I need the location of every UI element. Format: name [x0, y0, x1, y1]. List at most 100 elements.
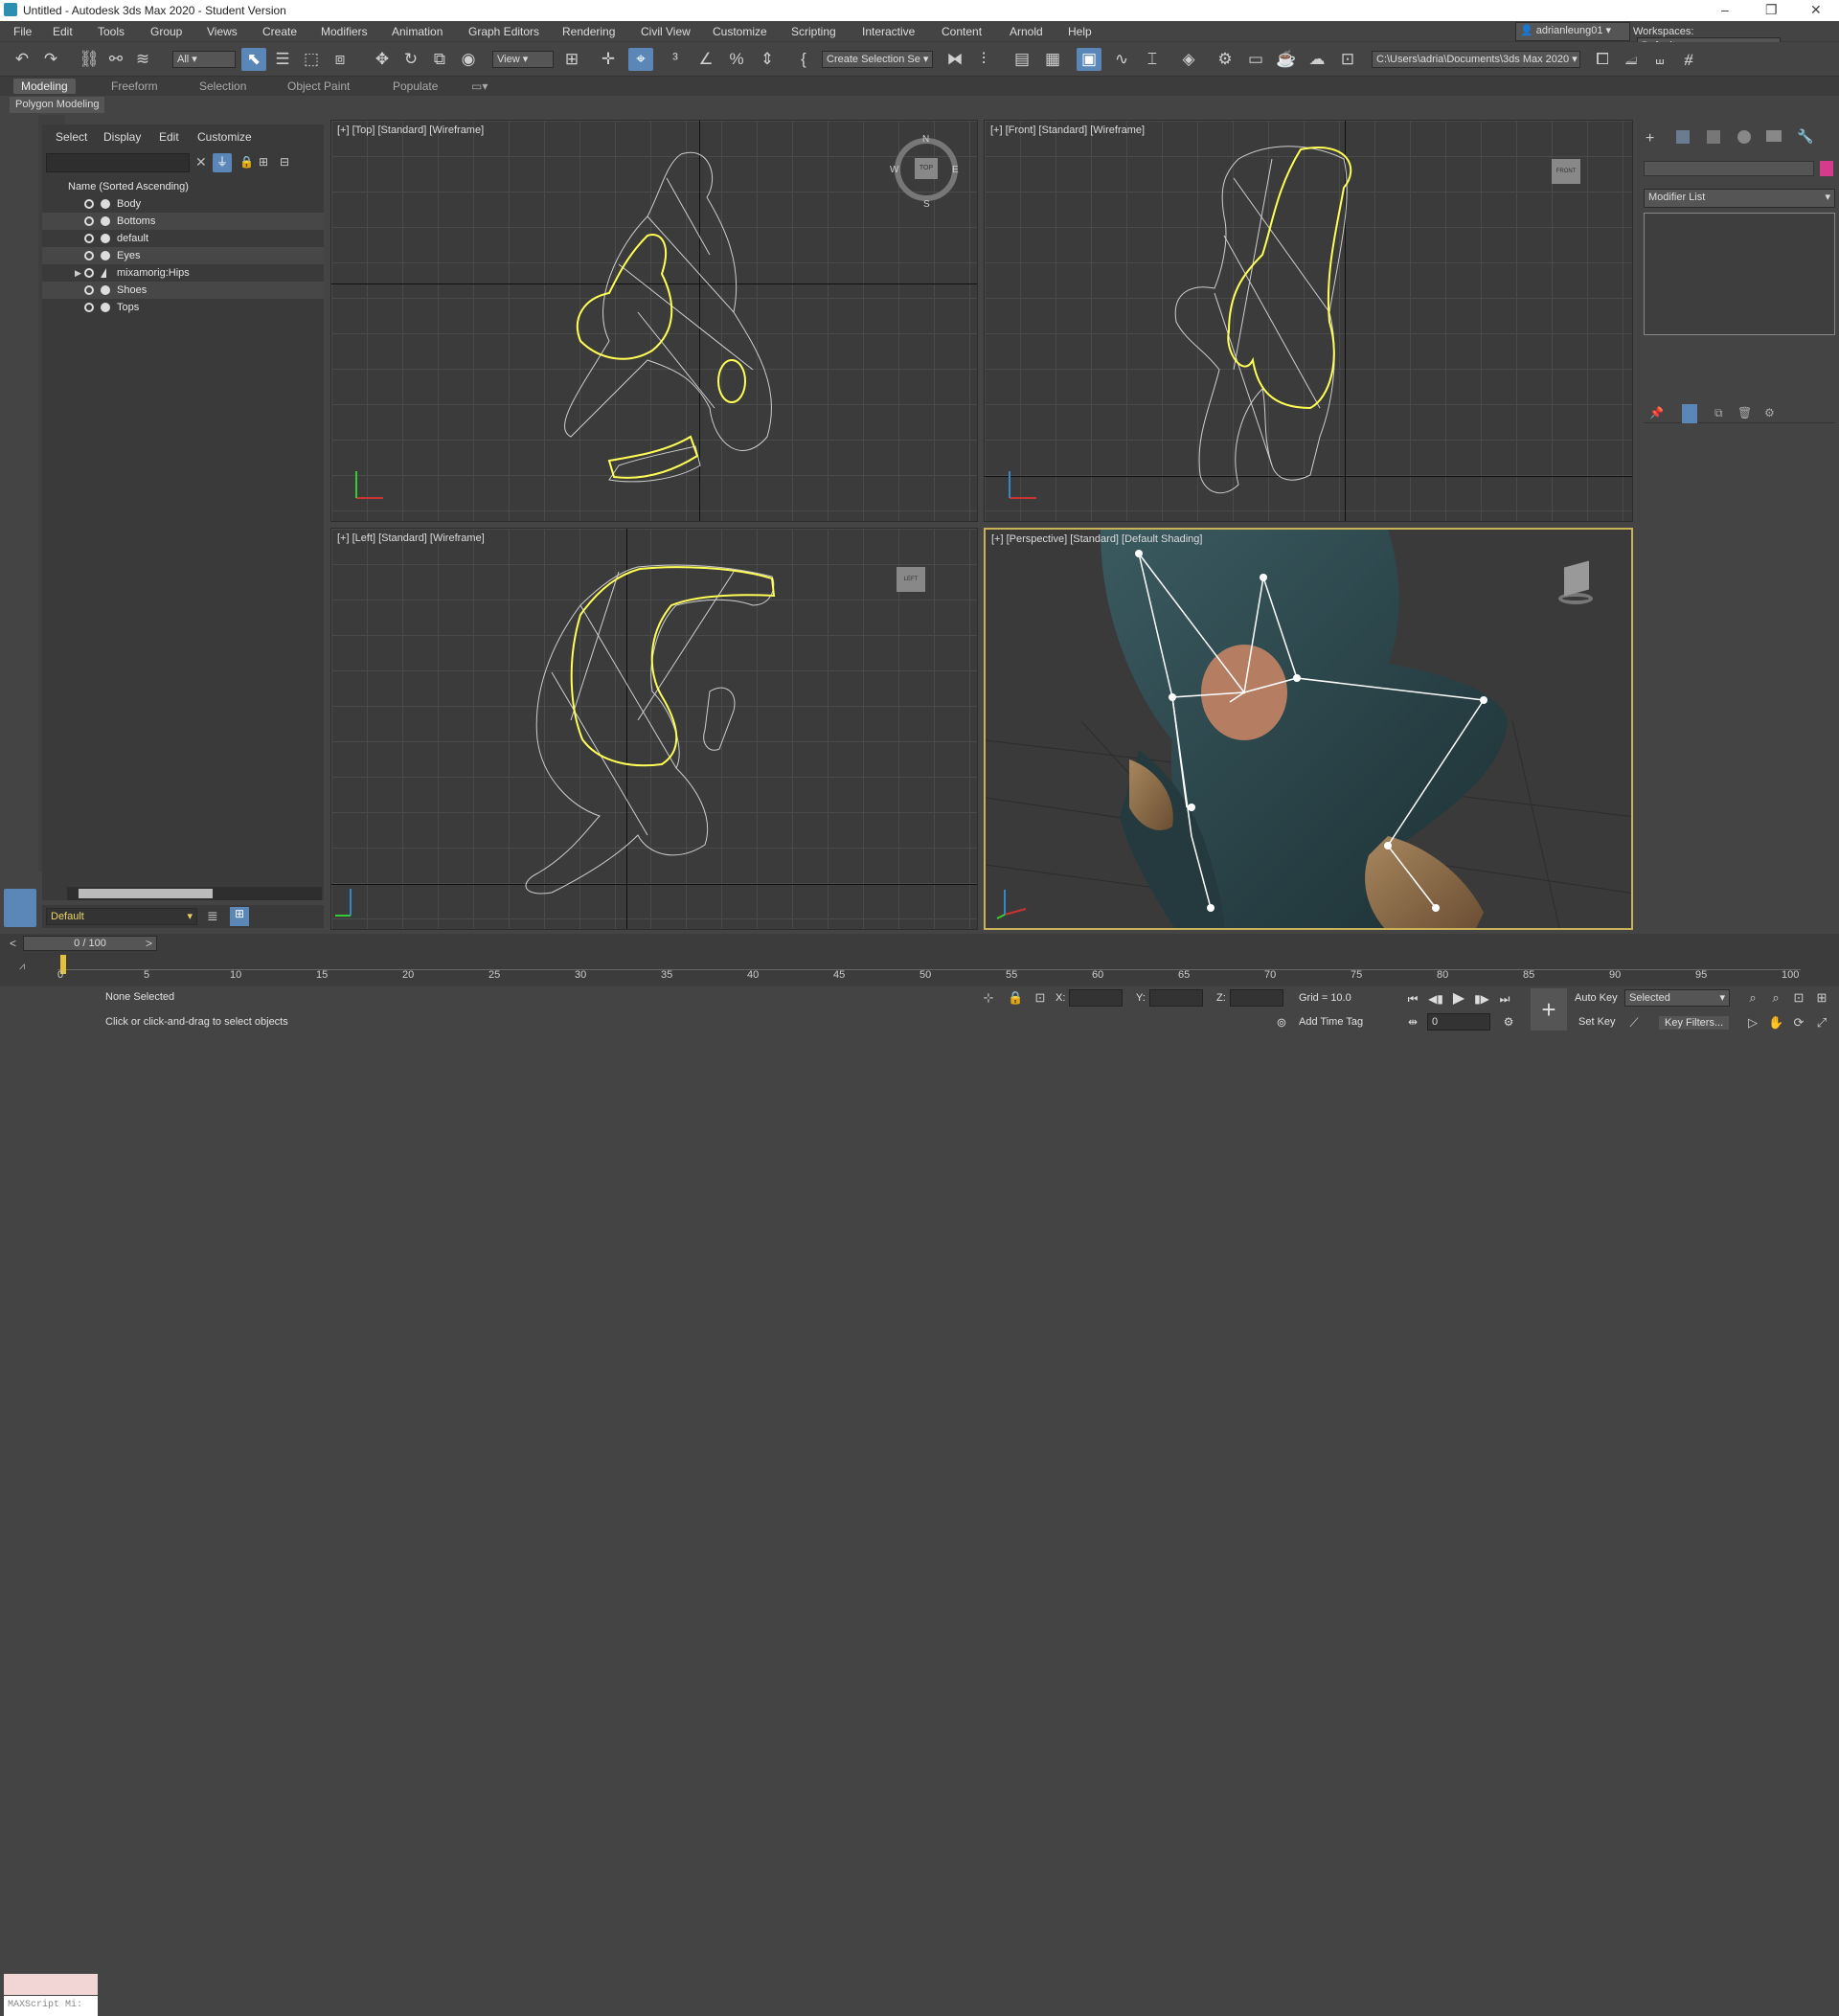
show-end-result-icon[interactable] — [1682, 404, 1697, 423]
project-settings-icon[interactable]: ⧢ — [1647, 48, 1672, 71]
viewcube-left-face[interactable]: LEFT — [897, 567, 925, 592]
tab-populate[interactable]: Populate — [385, 79, 445, 94]
undo-icon[interactable]: ↶ — [10, 48, 34, 71]
snaps-toggle-icon[interactable]: ³ — [663, 48, 688, 71]
expand-arrow-icon[interactable]: ▶ — [75, 264, 81, 282]
viewport-label[interactable]: [+] [Top] [Standard] [Wireframe] — [337, 125, 484, 136]
menu-help[interactable]: Help — [1068, 25, 1092, 38]
go-to-end-icon[interactable]: ⏭ — [1496, 990, 1513, 1008]
maxscript-input[interactable]: MAXScript Mi: — [4, 1996, 98, 2016]
toggle-ribbon-icon[interactable]: ▣ — [1077, 48, 1101, 71]
menu-interactive[interactable]: Interactive — [862, 25, 915, 38]
ribbon-panel-polygon-modeling[interactable]: Polygon Modeling — [10, 97, 105, 113]
menu-customize[interactable]: Customize — [713, 25, 767, 38]
align-icon[interactable]: ⫶ — [971, 48, 996, 71]
menu-arnold[interactable]: Arnold — [1010, 25, 1043, 38]
render-in-cloud-icon[interactable]: ☁ — [1305, 48, 1329, 71]
ribbon-options-icon[interactable]: ▭▾ — [464, 79, 495, 94]
curve-editor-mini-icon[interactable]: ⩘ — [19, 961, 25, 973]
tab-freeform[interactable]: Freeform — [103, 79, 166, 94]
menu-civil-view[interactable]: Civil View — [641, 25, 691, 38]
bind-spacewarp-icon[interactable]: ≋ — [130, 48, 155, 71]
scene-row-default[interactable]: default — [42, 230, 324, 247]
menu-modifiers[interactable]: Modifiers — [321, 25, 368, 38]
workspace-selector[interactable]: Workspaces: Default — [1633, 22, 1839, 55]
viewport-label[interactable]: [+] [Front] [Standard] [Wireframe] — [990, 125, 1145, 136]
key-mode-toggle-icon[interactable]: ⇹ — [1404, 1013, 1421, 1031]
scene-explorer-toggle-icon[interactable]: ▤ — [1010, 48, 1034, 71]
viewport-top[interactable]: [+] [Top] [Standard] [Wireframe] TOP N S… — [330, 120, 978, 522]
viewcube-3d-icon[interactable] — [1551, 558, 1599, 606]
z-coordinate-field[interactable] — [1230, 989, 1283, 1007]
viewport-front[interactable]: [+] [Front] [Standard] [Wireframe] FRONT — [984, 120, 1633, 522]
project-folder-dropdown[interactable]: C:\Users\adria\Documents\3ds Max 2020 ▾ — [1372, 51, 1580, 68]
menu-rendering[interactable]: Rendering — [562, 25, 615, 38]
filter-toggle-icon[interactable]: ⏚ — [213, 153, 232, 172]
object-name-field[interactable] — [1644, 161, 1814, 176]
scene-row-bottoms[interactable]: Bottoms — [42, 213, 324, 230]
visibility-eye-icon[interactable] — [84, 251, 94, 260]
play-icon[interactable]: ▶ — [1450, 990, 1467, 1008]
scene-row-body[interactable]: Body — [42, 195, 324, 213]
move-icon[interactable]: ✥ — [370, 48, 395, 71]
schematic-view-icon[interactable]: ⌶ — [1140, 48, 1165, 71]
percent-snap-icon[interactable]: % — [724, 48, 749, 71]
key-mode-dropdown[interactable]: Selected ▾ — [1624, 989, 1730, 1007]
pivot-center-icon[interactable]: ⊞ — [559, 48, 584, 71]
motion-panel-icon[interactable] — [1737, 130, 1751, 144]
auto-key-button[interactable]: Auto Key — [1575, 992, 1618, 1004]
scene-menu-display[interactable]: Display — [103, 130, 141, 144]
render-production-icon[interactable]: ☕ — [1274, 48, 1299, 71]
time-slider-next-icon[interactable]: > — [146, 937, 152, 950]
time-tag-icon[interactable]: ⊚ — [1274, 1015, 1289, 1031]
reference-coordinate-dropdown[interactable]: View ▾ — [492, 51, 554, 68]
next-frame-icon[interactable]: ▮▶ — [1473, 990, 1490, 1008]
named-selection-set-dropdown[interactable]: Create Selection Se ▾ — [822, 51, 933, 68]
scrollbar-thumb[interactable] — [79, 889, 213, 898]
scale-icon[interactable]: ⧉ — [427, 48, 452, 71]
y-coordinate-field[interactable] — [1149, 989, 1203, 1007]
visibility-eye-icon[interactable] — [84, 216, 94, 226]
create-panel-icon[interactable]: + — [1646, 130, 1654, 147]
key-filters-button[interactable]: Key Filters... — [1659, 1016, 1730, 1030]
scene-row-shoes[interactable]: Shoes — [42, 282, 324, 299]
isolate-selection-icon[interactable]: ⊹ — [981, 990, 996, 1006]
close-button[interactable]: ✕ — [1810, 2, 1822, 18]
curve-editor-icon[interactable]: ∿ — [1109, 48, 1134, 71]
user-account-dropdown[interactable]: 👤 adrianleung01 ▾ — [1515, 22, 1630, 41]
selection-lock-icon[interactable]: 🔒 — [1008, 990, 1023, 1006]
project-folder-icon[interactable]: ⧠ — [1590, 48, 1615, 71]
place-icon[interactable]: ◉ — [456, 48, 481, 71]
select-by-name-icon[interactable]: ☰ — [270, 48, 295, 71]
display-panel-icon[interactable] — [1766, 130, 1782, 142]
maximize-viewport-icon[interactable]: ⤢ — [1814, 1015, 1829, 1031]
menu-views[interactable]: Views — [207, 25, 238, 38]
layer-dropdown[interactable]: Default ▾ — [46, 908, 197, 925]
link-icon[interactable]: ⛓ — [77, 48, 102, 71]
menu-tools[interactable]: Tools — [98, 25, 125, 38]
project-create-icon[interactable]: ⧣ — [1676, 48, 1701, 71]
horizontal-scrollbar[interactable] — [67, 887, 322, 900]
layer-explorer-icon[interactable]: ⊞ — [230, 907, 249, 926]
viewcube-front-face[interactable]: FRONT — [1552, 159, 1580, 184]
scene-menu-edit[interactable]: Edit — [159, 130, 179, 144]
select-object-icon[interactable]: ⬉ — [241, 48, 266, 71]
hierarchy-panel-icon[interactable] — [1707, 130, 1720, 144]
maxscript-output[interactable] — [4, 1974, 98, 1995]
modifier-list-dropdown[interactable]: Modifier List ▾ — [1644, 189, 1835, 208]
maxscript-listener[interactable]: MAXScript Mi: — [4, 1974, 98, 2016]
viewport-perspective[interactable]: [+] [Perspective] [Standard] [Default Sh… — [984, 528, 1633, 930]
spinner-snap-icon[interactable]: ⇕ — [755, 48, 780, 71]
set-keys-icon[interactable]: + — [1531, 988, 1567, 1031]
rotate-icon[interactable]: ↻ — [398, 48, 423, 71]
set-key-button[interactable]: Set Key — [1578, 1016, 1616, 1028]
restore-button[interactable]: ❐ — [1765, 2, 1778, 18]
zoom-all-icon[interactable]: ⌕ — [1768, 990, 1783, 1006]
viewcube-top-face[interactable]: TOP — [915, 158, 938, 179]
keyboard-shortcut-override-icon[interactable]: ⌖ — [628, 48, 653, 71]
menu-graph-editors[interactable]: Graph Editors — [468, 25, 539, 38]
mirror-icon[interactable]: ⧓ — [942, 48, 967, 71]
menu-animation[interactable]: Animation — [392, 25, 443, 38]
tab-selection[interactable]: Selection — [192, 79, 254, 94]
scene-search-input[interactable] — [46, 153, 190, 172]
